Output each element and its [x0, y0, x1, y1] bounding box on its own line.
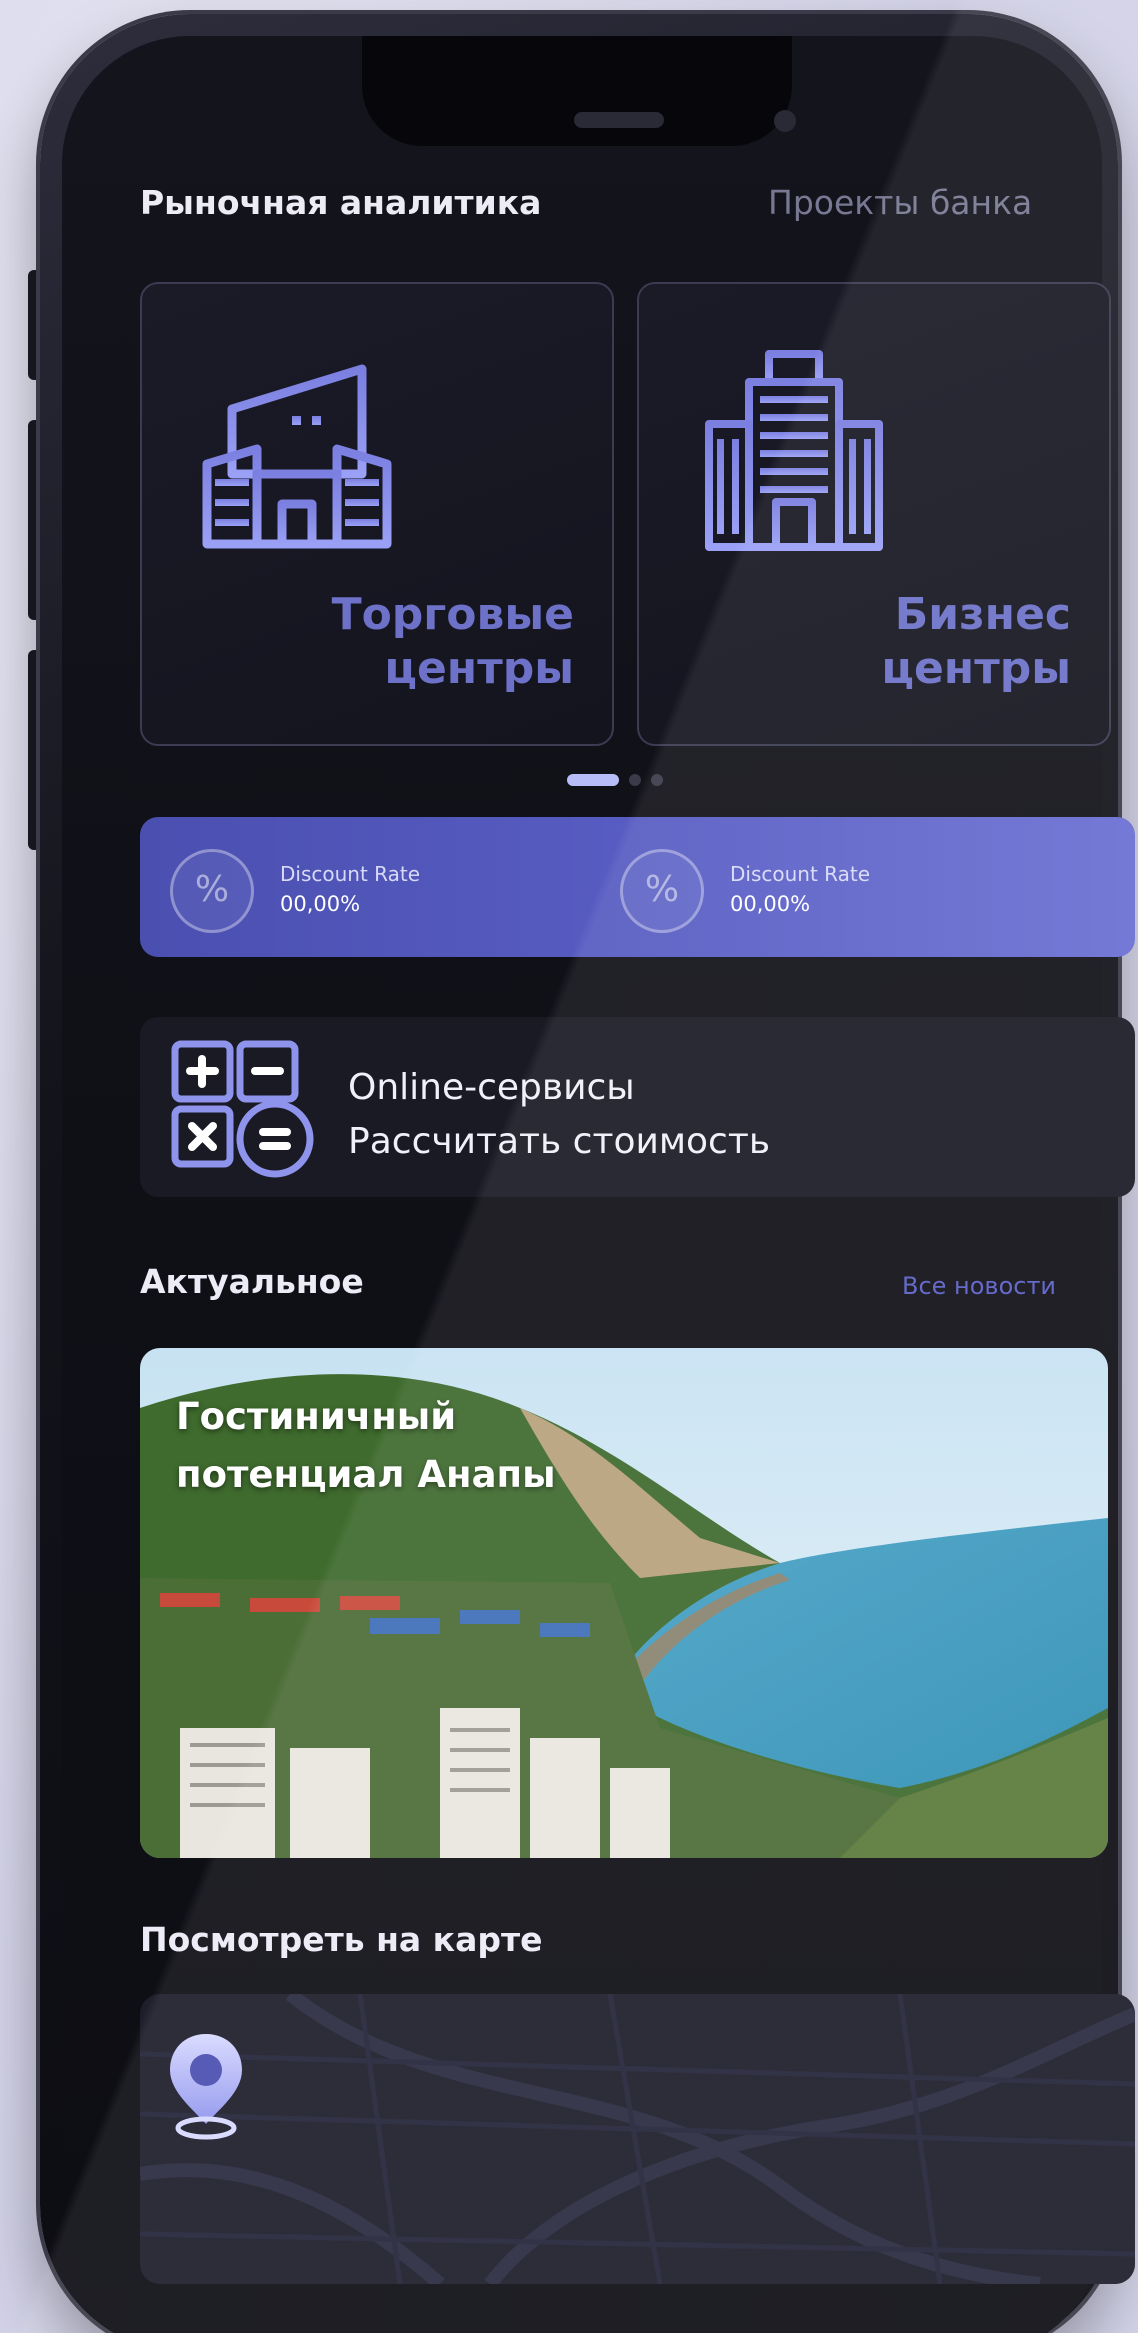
pagination-dot-active[interactable]: [567, 774, 619, 786]
rate-item[interactable]: % Discount Rate 00,00%: [140, 817, 620, 957]
card-title-line1: Торговые: [331, 589, 574, 640]
map-preview[interactable]: [140, 1994, 1135, 2284]
shopping-mall-icon: [202, 364, 392, 549]
card-title-line1: Бизнес: [894, 589, 1071, 640]
device-mockup: Рыночная аналитика Проекты банка Торговы…: [0, 0, 1138, 2333]
percent-icon: %: [620, 849, 704, 933]
rate-item[interactable]: % Discount Rate 00,00%: [620, 817, 1100, 957]
news-card[interactable]: Гостиничный потенциал Анапы: [140, 1348, 1108, 1858]
carousel-pagination: [567, 774, 663, 786]
card-title: Торговые центры: [274, 588, 574, 696]
notch: [362, 36, 792, 146]
discount-rate-bar: % Discount Rate 00,00% % Discount Rate 0…: [140, 817, 1135, 957]
rate-label: Discount Rate: [730, 862, 871, 886]
tab-market-analytics[interactable]: Рыночная аналитика: [140, 183, 541, 222]
tab-bank-projects[interactable]: Проекты банка: [768, 183, 1032, 222]
pagination-dot[interactable]: [629, 774, 641, 786]
rate-value: 00,00%: [280, 892, 361, 916]
speaker: [574, 112, 664, 128]
map-section-title: Посмотреть на карте: [140, 1920, 543, 1959]
business-center-icon: [705, 329, 883, 551]
card-business-centers[interactable]: Бизнес центры: [637, 282, 1111, 746]
card-title-line2: центры: [881, 643, 1071, 694]
news-item-title: Гостиничный потенциал Анапы: [176, 1395, 556, 1496]
calculator-icon: [171, 1040, 314, 1178]
percent-icon: %: [170, 849, 254, 933]
services-subtitle: Рассчитать стоимость: [348, 1121, 771, 1162]
rate-label: Discount Rate: [280, 862, 421, 886]
map-pin-icon: [170, 2034, 242, 2140]
card-shopping-centers[interactable]: Торговые центры: [140, 282, 614, 746]
pagination-dot[interactable]: [651, 774, 663, 786]
map-background: [140, 1994, 1135, 2284]
services-title: Online-сервисы: [348, 1067, 635, 1108]
online-services-card[interactable]: Online-сервисы Рассчитать стоимость: [140, 1017, 1135, 1197]
rate-value: 00,00%: [730, 892, 811, 916]
news-section-title: Актуальное: [140, 1262, 364, 1301]
card-title: Бизнес центры: [771, 588, 1071, 696]
card-title-line2: центры: [384, 643, 574, 694]
all-news-link[interactable]: Все новости: [902, 1272, 1056, 1300]
front-camera: [774, 110, 796, 132]
